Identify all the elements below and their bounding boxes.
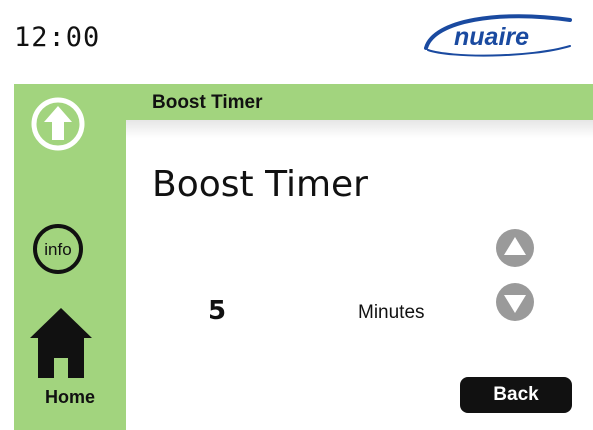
nuaire-logo: nuaire xyxy=(424,14,572,57)
decrease-button[interactable] xyxy=(495,282,535,322)
info-icon-label: info xyxy=(44,240,71,259)
timer-value: 5 xyxy=(208,296,227,326)
home-icon xyxy=(30,308,92,378)
header-shadow xyxy=(126,120,593,138)
home-label[interactable]: Home xyxy=(14,387,126,408)
top-bar: 12:00 nuaire xyxy=(0,0,593,84)
increase-button[interactable] xyxy=(495,228,535,268)
header-title: Boost Timer xyxy=(152,92,263,113)
clock: 12:00 xyxy=(14,22,101,53)
page-title: Boost Timer xyxy=(152,164,368,205)
info-button[interactable]: info xyxy=(31,222,85,276)
back-button[interactable]: Back xyxy=(460,377,572,413)
boost-button[interactable] xyxy=(30,96,86,152)
timer-unit: Minutes xyxy=(358,302,425,323)
home-button[interactable] xyxy=(26,302,96,382)
up-arrow-icon xyxy=(44,106,72,140)
logo-text: nuaire xyxy=(454,23,529,51)
